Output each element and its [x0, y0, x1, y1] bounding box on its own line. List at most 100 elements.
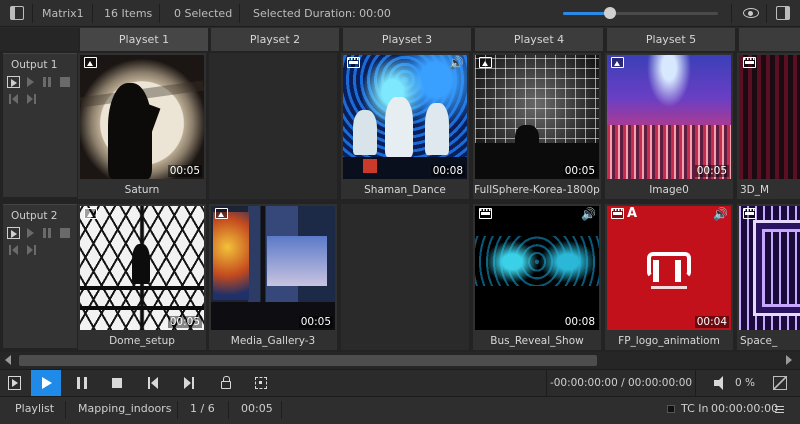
- row-header-output-1[interactable]: Output 1: [3, 53, 77, 197]
- focus-button[interactable]: [246, 370, 276, 396]
- clip-cell-space[interactable]: Space_: [737, 204, 800, 350]
- clip-duration: 00:05: [562, 165, 597, 177]
- row-play-icon[interactable]: [7, 227, 20, 239]
- clip-name: 3D_M: [740, 184, 770, 196]
- scroll-right-icon[interactable]: [786, 355, 792, 365]
- row-next-icon[interactable]: [27, 94, 36, 104]
- column-header-playset-3[interactable]: Playset 3: [343, 28, 471, 51]
- clip-name: Shaman_Dance: [364, 184, 446, 196]
- tc-in-checkbox[interactable]: [667, 405, 675, 413]
- empty-cell[interactable]: [209, 53, 337, 199]
- row-previous-icon[interactable]: [9, 94, 18, 104]
- pause-button[interactable]: [67, 370, 97, 396]
- row-stop-icon[interactable]: [60, 228, 70, 238]
- thumbnail-size-slider[interactable]: [563, 7, 718, 19]
- audio-icon: 🔊: [581, 207, 596, 221]
- clip-name: Bus_Reveal_Show: [490, 335, 584, 347]
- audio-icon: 🔊: [449, 56, 464, 70]
- matrix-grid: Playset 1 Playset 2 Playset 3 Playset 4 …: [0, 28, 800, 352]
- clip-cell-media-gallery-3[interactable]: 00:05 Media_Gallery-3: [209, 204, 337, 350]
- status-separator: [177, 401, 178, 419]
- skip-previous-icon: [148, 377, 158, 389]
- play-all-button[interactable]: [0, 370, 30, 396]
- volume-icon[interactable]: [714, 376, 723, 390]
- stop-button[interactable]: [102, 370, 132, 396]
- row-pause-icon[interactable]: [43, 77, 51, 87]
- column-header-playset-2[interactable]: Playset 2: [211, 28, 339, 51]
- video-type-icon: [479, 208, 492, 219]
- column-header-playset-1[interactable]: Playset 1: [80, 28, 208, 51]
- clip-name: Saturn: [124, 184, 160, 196]
- menu-icon[interactable]: [775, 406, 784, 413]
- row-play-icon[interactable]: [7, 76, 20, 88]
- skip-next-icon: [184, 377, 194, 389]
- status-bar: Playlist Mapping_indoors 1 / 6 00:05 TC …: [0, 396, 800, 424]
- horizontal-scrollbar[interactable]: [0, 352, 800, 369]
- row-header-output-2[interactable]: Output 2: [3, 204, 77, 348]
- clip-duration: 00:05: [298, 316, 333, 328]
- clip-cell-fullsphere-korea[interactable]: 00:05 FullSphere-Korea-1800p: [473, 53, 601, 199]
- clip-thumbnail: [211, 206, 335, 330]
- clip-name: Dome_setup: [109, 335, 175, 347]
- grid-corner: [0, 28, 78, 51]
- toolbar-separator: [239, 4, 240, 23]
- clip-thumbnail: [607, 55, 731, 179]
- image-type-icon: [84, 208, 97, 219]
- image-type-icon: [84, 57, 97, 68]
- column-header-playset-4[interactable]: Playset 4: [475, 28, 603, 51]
- clip-name: FullSphere-Korea-1800p: [474, 184, 600, 196]
- image-type-icon: [611, 57, 624, 68]
- selected-count: 0 Selected: [174, 7, 233, 20]
- column-header-playset-6[interactable]: [739, 28, 800, 51]
- row-pause-icon[interactable]: [43, 228, 51, 238]
- play-outline-icon: [8, 376, 21, 390]
- video-type-icon: [347, 57, 360, 68]
- row-forward-icon[interactable]: [27, 228, 34, 238]
- volume-level[interactable]: 0 %: [735, 377, 755, 389]
- clip-cell-shaman-dance[interactable]: 🔊 00:08 Shaman_Dance: [341, 53, 469, 199]
- play-icon: [42, 377, 52, 389]
- clip-cell-3d-m[interactable]: 3D_M: [737, 53, 800, 199]
- row-previous-icon[interactable]: [9, 245, 18, 255]
- lock-button[interactable]: [211, 370, 241, 396]
- play-button[interactable]: [31, 370, 61, 396]
- scrollbar-thumb[interactable]: [19, 355, 597, 366]
- clip-name: Media_Gallery-3: [230, 335, 316, 347]
- right-panel-toggle-icon[interactable]: [776, 6, 790, 20]
- row-next-icon[interactable]: [27, 245, 36, 255]
- previous-button[interactable]: [138, 370, 168, 396]
- grid-view-icon[interactable]: [773, 376, 787, 390]
- selected-duration: Selected Duration: 00:00: [253, 7, 391, 20]
- toolbar-separator: [92, 4, 93, 23]
- clip-cell-bus-reveal-show[interactable]: 🔊 00:08 Bus_Reveal_Show: [473, 204, 601, 350]
- row-stop-icon[interactable]: [60, 77, 70, 87]
- items-count: 16 Items: [104, 7, 153, 20]
- video-type-icon: [743, 57, 756, 68]
- row-label: Output 2: [11, 210, 58, 222]
- clip-cell-dome-setup[interactable]: 00:05 Dome_setup: [78, 204, 206, 350]
- project-name[interactable]: Mapping_indoors: [78, 397, 171, 424]
- tc-in-value[interactable]: 00:00:00:00: [711, 397, 778, 424]
- empty-cell[interactable]: [341, 204, 469, 350]
- clip-thumbnail: [80, 55, 204, 179]
- clip-thumbnail: [475, 55, 599, 179]
- next-button[interactable]: [174, 370, 204, 396]
- scroll-left-icon[interactable]: [5, 355, 11, 365]
- clip-cell-image0[interactable]: 00:05 Image0: [605, 53, 733, 199]
- mode-label[interactable]: Playlist: [15, 397, 54, 424]
- toolbar-separator: [159, 4, 160, 23]
- slider-fill: [563, 12, 610, 15]
- clip-cell-fp-logo-animation[interactable]: A 🔊 00:04 FP_logo_animatiom: [605, 204, 733, 350]
- clip-cell-saturn[interactable]: 00:05 Saturn: [78, 53, 206, 199]
- lock-icon: [221, 376, 231, 389]
- matrix-name[interactable]: Matrix1: [42, 7, 84, 20]
- left-panel-toggle-icon[interactable]: [10, 6, 24, 20]
- visibility-eye-icon[interactable]: [743, 8, 759, 18]
- clip-thumbnail: [475, 206, 599, 330]
- slider-handle[interactable]: [603, 7, 616, 19]
- row-forward-icon[interactable]: [27, 77, 34, 87]
- tc-in-label: TC In: [681, 402, 709, 415]
- clip-duration: 00:08: [430, 165, 465, 177]
- alpha-badge: A: [627, 206, 638, 221]
- column-header-playset-5[interactable]: Playset 5: [607, 28, 735, 51]
